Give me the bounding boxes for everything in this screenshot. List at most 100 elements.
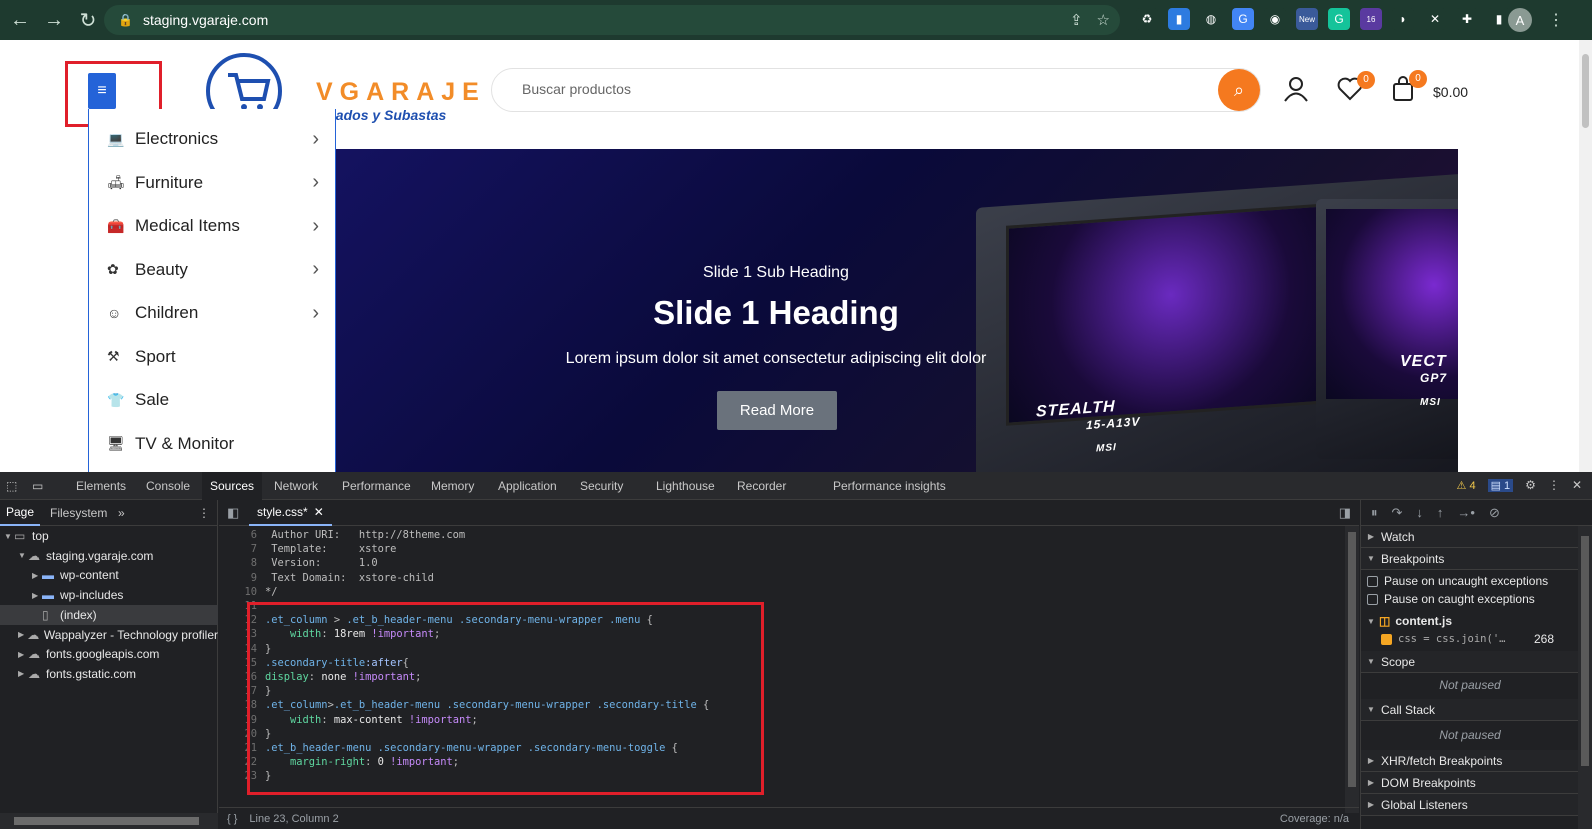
expand-arrow-icon[interactable]: ▶ <box>18 669 28 678</box>
step-into-icon[interactable]: ↓ <box>1416 505 1423 520</box>
banana-icon[interactable]: ◗ <box>1392 8 1414 30</box>
sidebar-icon[interactable]: ▮ <box>1488 8 1510 30</box>
tab-network[interactable]: Network <box>266 472 326 500</box>
cart-bag-icon[interactable]: 0 <box>1391 69 1427 109</box>
tab-sources[interactable]: Sources <box>202 472 263 500</box>
tab-recorder[interactable]: Recorder <box>729 472 794 500</box>
deactivate-breakpoints-icon[interactable]: ⊘ <box>1489 505 1500 521</box>
pause-uncaught-checkbox[interactable] <box>1367 575 1378 587</box>
format-icon[interactable]: { } <box>227 813 237 825</box>
recycle-icon[interactable]: ♻ <box>1136 8 1158 30</box>
tab-security[interactable]: Security <box>572 472 631 500</box>
tree-item[interactable]: ▶ ▬ wp-content <box>0 565 218 585</box>
scope-section[interactable]: ▼ Scope <box>1361 651 1579 673</box>
tab-page[interactable]: Page <box>0 500 41 526</box>
read-more-button[interactable]: Read More <box>717 391 837 430</box>
navigator-scroll-thumb[interactable] <box>14 817 199 825</box>
code-line[interactable]: 10 */ <box>219 585 1339 599</box>
category-item-tv-monitor[interactable]: 🖥 TV & Monitor <box>107 422 319 466</box>
badge-16-icon[interactable]: 16 <box>1360 8 1382 30</box>
tab-filesystem[interactable]: Filesystem <box>50 500 107 526</box>
category-item-children[interactable]: ☺ Children › <box>107 291 319 335</box>
pause-icon[interactable]: ⏸ <box>1371 505 1378 521</box>
tab-performance-insights[interactable]: Performance insights <box>825 472 954 500</box>
step-over-icon[interactable]: ↷ <box>1392 505 1403 521</box>
toggle-debugger-icon[interactable]: ◨ <box>1339 505 1351 521</box>
info-badge[interactable]: ▤ 1 <box>1487 478 1514 492</box>
xhr-breakpoints-section[interactable]: ▶ XHR/fetch Breakpoints <box>1361 750 1579 772</box>
dom-breakpoints-section[interactable]: ▶ DOM Breakpoints <box>1361 772 1579 794</box>
category-item-electronics[interactable]: 💻 Electronics › <box>107 117 319 161</box>
tree-item[interactable]: ▯ (index) <box>0 604 218 625</box>
settings-gear-icon[interactable]: ⚙ <box>1525 478 1536 492</box>
tree-item[interactable]: ▼ ☁ staging.vgaraje.com <box>0 546 218 566</box>
back-arrow-icon[interactable]: ← <box>6 6 34 34</box>
wishlist-heart-icon[interactable]: 0 <box>1337 70 1375 108</box>
grammarly-icon[interactable]: G <box>1328 8 1350 30</box>
close-tab-icon[interactable]: ✕ <box>314 505 324 519</box>
new-badge-icon[interactable]: New <box>1296 8 1318 30</box>
category-item-medical-items[interactable]: 🧰 Medical Items › <box>107 204 319 248</box>
editor-scroll-thumb[interactable] <box>1348 532 1356 787</box>
tab-console[interactable]: Console <box>138 472 198 500</box>
search-button[interactable]: ⌕ <box>1218 69 1260 111</box>
warnings-badge[interactable]: ⚠ 4 <box>1456 478 1476 492</box>
file-tab[interactable]: style.css* ✕ <box>249 500 332 526</box>
expand-arrow-icon[interactable]: ▶ <box>18 650 28 659</box>
category-item-furniture[interactable]: 🛋 Furniture › <box>107 161 319 205</box>
navigator-hscrollbar[interactable] <box>0 813 218 829</box>
extensions-icon[interactable]: ✚ <box>1456 8 1478 30</box>
puzzle-x-icon[interactable]: ✕ <box>1424 8 1446 30</box>
step-out-icon[interactable]: ↑ <box>1437 505 1444 520</box>
tab-application[interactable]: Application <box>490 472 565 500</box>
tree-item[interactable]: ▼ ▭ top <box>0 526 218 546</box>
debugger-scroll-thumb[interactable] <box>1581 536 1589 766</box>
category-item-sport[interactable]: ⚒ Sport <box>107 335 319 379</box>
tree-item[interactable]: ▶ ☁ fonts.gstatic.com <box>0 664 218 684</box>
globe-icon[interactable]: ◍ <box>1200 8 1222 30</box>
browser-menu-icon[interactable]: ⋮ <box>1548 10 1564 30</box>
line-number[interactable]: 7 <box>219 542 257 556</box>
breakpoint-file[interactable]: ▼ ◫ content.js <box>1367 612 1579 630</box>
pause-uncaught-option[interactable]: Pause on uncaught exceptions <box>1367 572 1579 590</box>
global-listeners-section[interactable]: ▶ Global Listeners <box>1361 794 1579 816</box>
lock-icon[interactable]: 🔒 <box>118 13 133 27</box>
tab-lighthouse[interactable]: Lighthouse <box>648 472 723 500</box>
navigator-menu-icon[interactable]: ⋮ <box>198 500 210 526</box>
collapse-arrow-icon[interactable]: ▼ <box>4 532 14 541</box>
editor-scrollbar[interactable] <box>1345 526 1359 813</box>
search-input[interactable] <box>522 81 1122 97</box>
page-scrollbar-thumb[interactable] <box>1582 54 1589 128</box>
forward-arrow-icon[interactable]: → <box>40 6 68 34</box>
tab-performance[interactable]: Performance <box>334 472 419 500</box>
tab-elements[interactable]: Elements <box>68 472 134 500</box>
coverage-status[interactable]: Coverage: n/a <box>1280 813 1349 825</box>
debugger-scrollbar[interactable] <box>1578 526 1592 829</box>
cart-total[interactable]: $0.00 <box>1433 84 1468 100</box>
pause-caught-option[interactable]: Pause on caught exceptions <box>1367 590 1579 608</box>
tree-item[interactable]: ▶ ☁ Wappalyzer - Technology profiler <box>0 625 218 645</box>
line-number[interactable]: 9 <box>219 571 257 585</box>
account-icon[interactable] <box>1283 76 1309 109</box>
profile-avatar[interactable]: A <box>1508 8 1532 32</box>
page-scrollbar[interactable] <box>1579 40 1592 472</box>
call-stack-section[interactable]: ▼ Call Stack <box>1361 699 1579 721</box>
code-line[interactable]: 9 Text Domain: xstore-child <box>219 571 1339 585</box>
pause-caught-checkbox[interactable] <box>1367 593 1378 605</box>
translate-icon[interactable]: G <box>1232 8 1254 30</box>
expand-arrow-icon[interactable]: ▶ <box>32 571 42 580</box>
address-bar[interactable]: 🔒 staging.vgaraje.com ⇪ ☆ <box>104 5 1120 35</box>
code-line[interactable]: 7 Template: xstore <box>219 542 1339 556</box>
toggle-navigator-icon[interactable]: ◧ <box>227 505 239 521</box>
code-line[interactable]: 6 Author URI: http://8theme.com <box>219 528 1339 542</box>
close-icon[interactable]: ✕ <box>1572 478 1582 492</box>
devtools-menu-icon[interactable]: ⋮ <box>1548 478 1560 492</box>
more-tabs-icon[interactable]: » <box>118 500 125 526</box>
category-item-beauty[interactable]: ✿ Beauty › <box>107 248 319 292</box>
expand-arrow-icon[interactable]: ▶ <box>32 591 42 600</box>
watch-section[interactable]: ▶ Watch <box>1361 526 1579 548</box>
line-number[interactable]: 8 <box>219 556 257 570</box>
category-item-sale[interactable]: 👕 Sale <box>107 378 319 422</box>
breakpoint-checkbox[interactable] <box>1381 633 1392 645</box>
tree-item[interactable]: ▶ ▬ wp-includes <box>0 585 218 605</box>
